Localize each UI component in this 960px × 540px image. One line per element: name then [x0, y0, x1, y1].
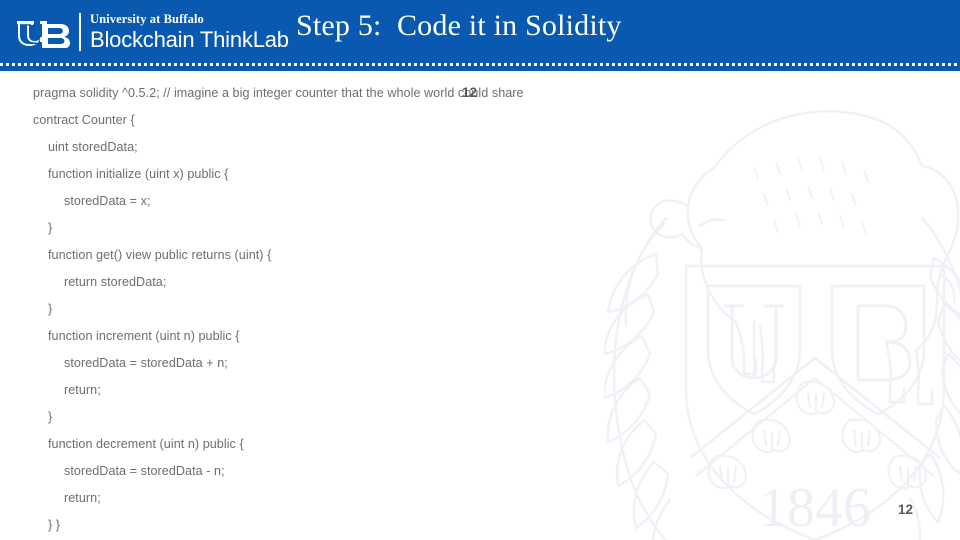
- code-line: storedData = storedData + n;: [64, 356, 228, 370]
- code-line: storedData = x;: [64, 194, 151, 208]
- code-line: } }: [48, 518, 61, 532]
- slide-title: Step 5: Code it in Solidity: [296, 9, 622, 42]
- code-line: uint storedData;: [48, 140, 138, 154]
- slide-canvas: 1846 University at Buffalo Blockchain Th…: [0, 0, 960, 540]
- code-line: return storedData;: [64, 275, 167, 289]
- page-number: 12: [898, 502, 914, 517]
- code-line: }: [48, 302, 53, 316]
- brand-university-name: University at Buffalo: [90, 12, 204, 27]
- brand-divider: [79, 13, 81, 51]
- code-line: return;: [64, 383, 101, 397]
- code-line: return;: [64, 491, 101, 505]
- code-line: function increment (uint n) public {: [48, 329, 240, 343]
- code-line: storedData = storedData - n;: [64, 464, 225, 478]
- code-line: function initialize (uint x) public {: [48, 167, 229, 181]
- brand-lockup: University at Buffalo Blockchain ThinkLa…: [16, 8, 289, 56]
- code-line: }: [48, 410, 53, 424]
- code-line: function decrement (uint n) public {: [48, 437, 244, 451]
- ub-logo-icon: [16, 16, 72, 49]
- code-line: }: [48, 221, 53, 235]
- brand-text-block: University at Buffalo Blockchain ThinkLa…: [90, 13, 289, 51]
- code-line: contract Counter {: [33, 113, 135, 127]
- code-line: function get() view public returns (uint…: [48, 248, 272, 262]
- page-number-overlay: 12: [462, 85, 478, 100]
- code-line: pragma solidity ^0.5.2; // imagine a big…: [33, 86, 524, 100]
- header-lower-band: [0, 66, 960, 71]
- seal-year-text: 1846: [759, 477, 871, 539]
- solidity-code-block: pragma solidity ^0.5.2; // imagine a big…: [0, 80, 700, 539]
- brand-lab-name: Blockchain ThinkLab: [90, 26, 289, 52]
